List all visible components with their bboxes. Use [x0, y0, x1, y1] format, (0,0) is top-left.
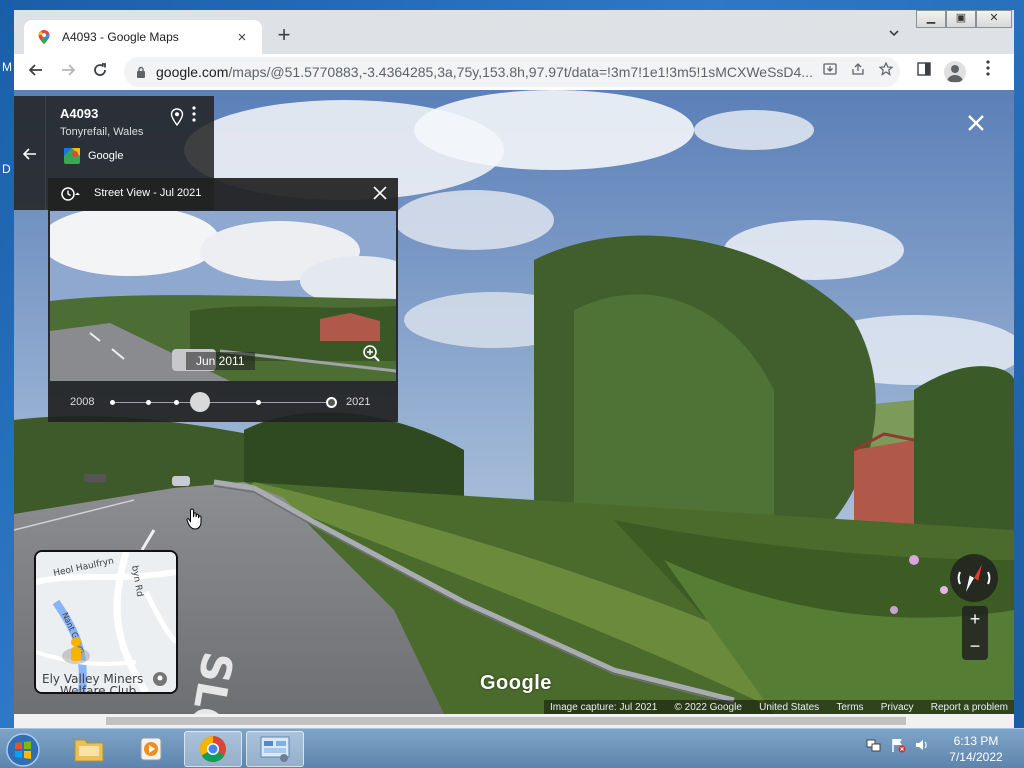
system-tray — [866, 737, 930, 753]
back-arrow-icon[interactable] — [24, 60, 48, 84]
zoom-controls: + − — [962, 606, 988, 660]
tab-search-chevron-down-icon[interactable] — [884, 26, 904, 46]
report-problem-link[interactable]: Report a problem — [931, 702, 1008, 713]
clock-time: 6:13 PM — [953, 734, 999, 748]
start-button[interactable] — [4, 731, 44, 768]
timeline-date-dot[interactable] — [110, 400, 115, 405]
tab-google-maps[interactable]: A4093 - Google Maps × — [24, 20, 262, 54]
timeline-date-dot[interactable] — [256, 400, 261, 405]
network-icon[interactable] — [866, 737, 882, 753]
bookmark-star-icon[interactable] — [872, 60, 900, 84]
volume-icon[interactable] — [914, 737, 930, 753]
maximize-button[interactable]: ▣ — [946, 10, 976, 28]
google-maps-favicon-icon — [38, 30, 50, 44]
compass-icon[interactable] — [950, 554, 998, 602]
side-panel-icon[interactable] — [912, 60, 936, 84]
map-pin-icon[interactable] — [170, 108, 184, 126]
zoom-out-button[interactable]: − — [962, 633, 988, 660]
google-maps-logo-icon — [64, 148, 80, 164]
scrollbar-thumb[interactable] — [106, 717, 906, 725]
hand-cursor-icon — [186, 508, 202, 530]
timeline-date-dot[interactable] — [174, 400, 179, 405]
timeline-start-year: 2008 — [70, 396, 95, 408]
browser-toolbar: google.com/maps/@51.5770883,-3.4364285,3… — [14, 54, 1014, 90]
copyright-text: © 2022 Google — [674, 701, 742, 713]
reload-icon[interactable] — [88, 60, 112, 84]
location-title: A4093 — [60, 106, 99, 121]
control-panel-icon[interactable] — [246, 731, 304, 767]
street-view-viewport[interactable]: SLOW A4093 Tonyrefail, Wales Google Stre… — [14, 90, 1014, 714]
taskbar: 6:13 PM 7/14/2022 — [0, 728, 1024, 768]
selected-date-label: Jun 2011 — [186, 352, 255, 370]
profile-avatar-icon[interactable] — [944, 61, 966, 83]
zoom-in-magnifier-icon[interactable] — [358, 340, 386, 368]
install-app-icon[interactable] — [816, 60, 844, 84]
region-link[interactable]: United States — [759, 702, 819, 713]
tab-strip: A4093 - Google Maps × + ▁ ▣ ✕ — [14, 10, 1014, 54]
desktop-icon-label: M — [2, 60, 12, 74]
provider-label: Google — [88, 150, 124, 162]
lock-icon — [137, 66, 145, 78]
minimize-button[interactable]: ▁ — [916, 10, 946, 28]
google-watermark: Google — [480, 672, 552, 694]
address-bar[interactable]: google.com/maps/@51.5770883,-3.4364285,3… — [124, 57, 900, 87]
image-capture-date: Image capture: Jul 2021 — [550, 701, 658, 713]
desktop-icon-label: D — [2, 162, 11, 176]
close-window-button[interactable]: ✕ — [976, 10, 1012, 28]
timeline-end-year: 2021 — [346, 396, 371, 408]
system-clock[interactable]: 6:13 PM 7/14/2022 — [944, 733, 1008, 765]
action-center-flag-icon[interactable] — [890, 737, 906, 753]
minimap-place-label: Welfare Club — [60, 684, 136, 692]
browser-window: A4093 - Google Maps × + ▁ ▣ ✕ google.com… — [14, 10, 1014, 728]
chrome-icon[interactable] — [184, 731, 242, 767]
tab-close-icon[interactable]: × — [234, 29, 250, 46]
more-options-icon[interactable] — [192, 106, 196, 127]
timeline-slider-handle[interactable] — [190, 392, 210, 412]
time-machine-title: Street View - Jul 2021 — [94, 187, 202, 199]
close-icon[interactable] — [368, 182, 392, 206]
timeline-current-marker[interactable] — [326, 397, 337, 408]
file-explorer-icon[interactable] — [60, 731, 118, 767]
privacy-link[interactable]: Privacy — [881, 702, 914, 713]
location-subtitle: Tonyrefail, Wales — [60, 126, 144, 138]
time-machine-panel: Street View - Jul 2021 Jun 2011 2008 202… — [48, 178, 398, 422]
timeline-track[interactable] — [112, 402, 330, 403]
media-player-icon[interactable] — [122, 731, 180, 767]
window-controls: ▁ ▣ ✕ — [916, 10, 1012, 30]
more-menu-icon[interactable] — [976, 60, 1000, 84]
close-street-view-icon[interactable] — [962, 110, 990, 138]
minimap[interactable]: Heol Haulfryn byn Rd Nant Gwyn Ely Valle… — [34, 550, 178, 694]
new-tab-button[interactable]: + — [272, 24, 296, 48]
forward-arrow-icon[interactable] — [56, 60, 80, 84]
back-arrow-icon[interactable] — [14, 96, 46, 210]
terms-link[interactable]: Terms — [836, 702, 863, 713]
attribution-footer: Image capture: Jul 2021 © 2022 Google Un… — [544, 700, 1014, 714]
tab-title: A4093 - Google Maps — [62, 30, 179, 44]
url-text: google.com/maps/@51.5770883,-3.4364285,3… — [156, 64, 813, 80]
time-machine-header: Street View - Jul 2021 — [48, 178, 398, 210]
horizontal-scrollbar[interactable] — [14, 714, 1014, 728]
clock-date: 7/14/2022 — [949, 750, 1003, 764]
share-icon[interactable] — [844, 60, 872, 84]
history-clock-icon[interactable] — [60, 186, 80, 202]
timeline-date-dot[interactable] — [146, 400, 151, 405]
zoom-in-button[interactable]: + — [962, 606, 988, 633]
